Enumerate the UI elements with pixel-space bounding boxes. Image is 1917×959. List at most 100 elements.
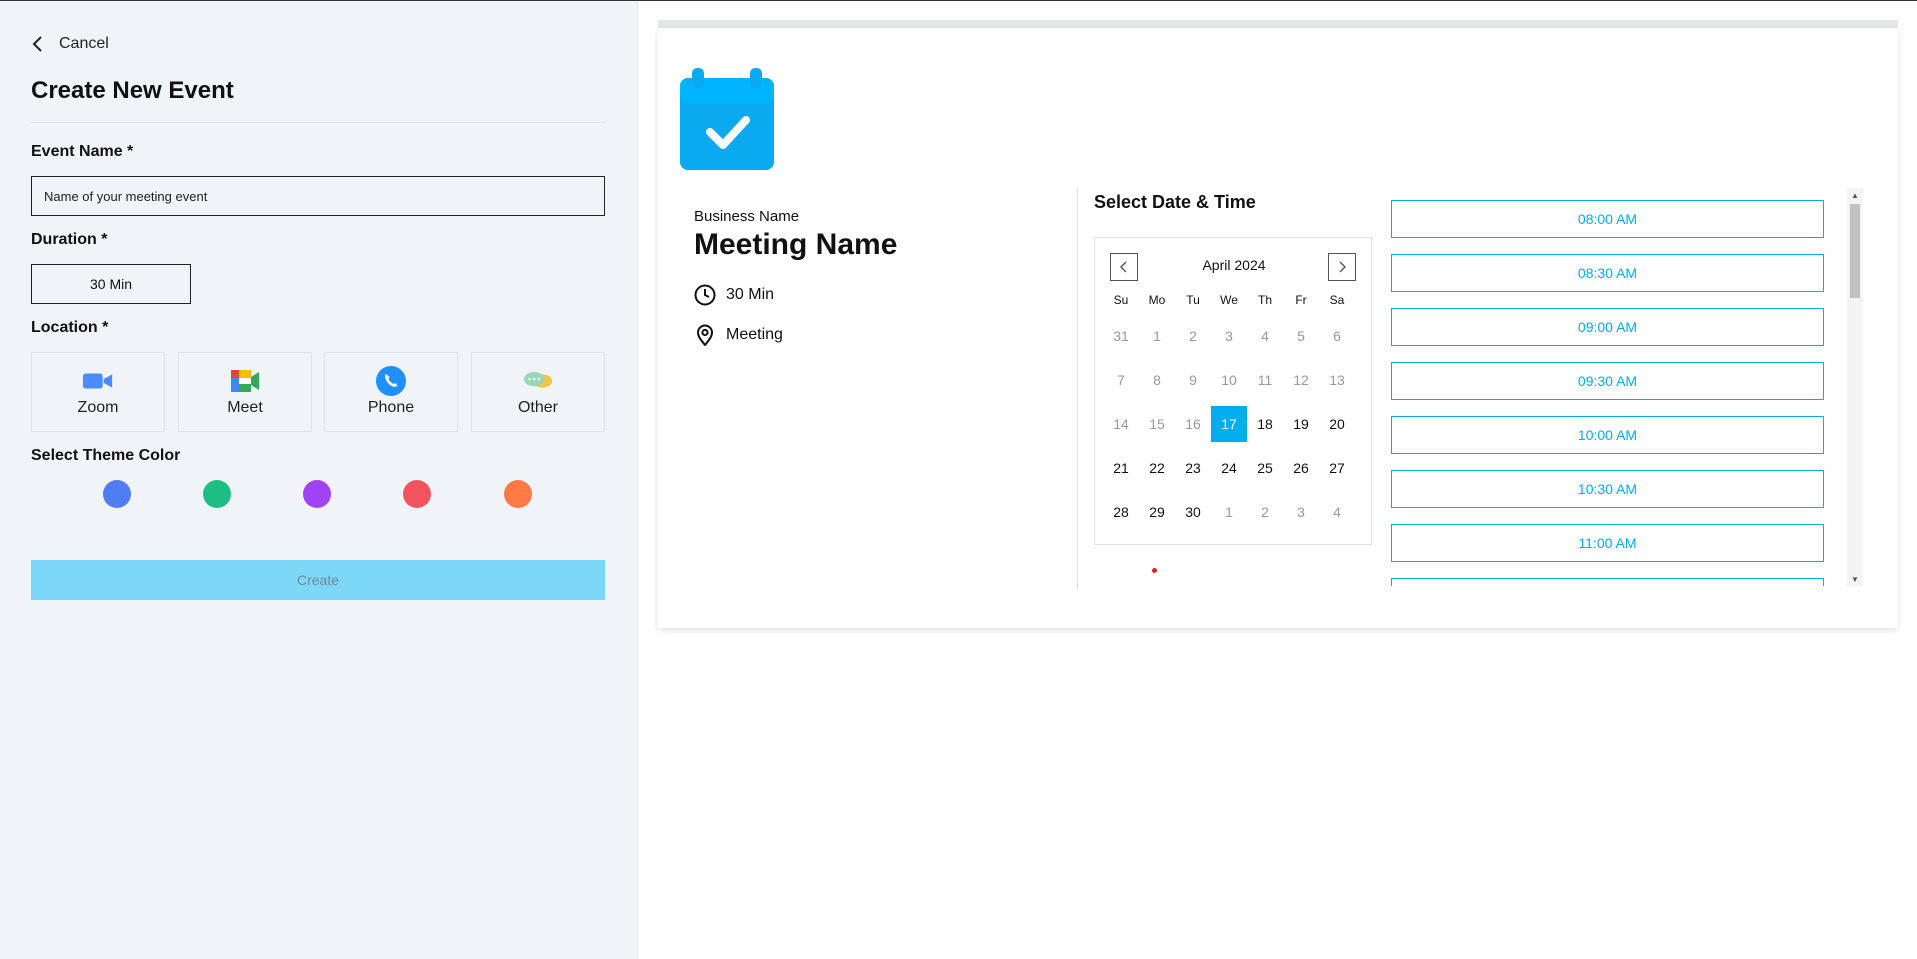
calendar-day[interactable]: 16	[1175, 406, 1211, 442]
time-slot-button[interactable]: 09:00 AM	[1391, 308, 1824, 346]
scroll-up-icon[interactable]: ▲	[1850, 190, 1860, 200]
meeting-location: Meeting	[694, 324, 783, 346]
calendar-day[interactable]: 24	[1211, 450, 1247, 486]
scrollbar-thumb[interactable]	[1850, 204, 1860, 298]
calendar-day[interactable]: 29	[1139, 494, 1175, 530]
theme-color-label: Select Theme Color	[31, 447, 181, 464]
weekday-header: We	[1220, 293, 1238, 307]
event-name-input[interactable]	[31, 176, 605, 216]
google-meet-icon	[229, 365, 261, 397]
select-date-time-heading: Select Date & Time	[1094, 192, 1256, 212]
calendar-day[interactable]: 5	[1283, 318, 1319, 354]
calendar-day[interactable]: 31	[1103, 318, 1139, 354]
calendar-day[interactable]: 19	[1283, 406, 1319, 442]
theme-color-purple[interactable]	[303, 480, 331, 508]
date-picker: April 2024 Su Mo Tu We Th Fr Sa 31 1 2 3 4 5 6 7 8 9 10 11…	[1094, 237, 1372, 545]
meeting-name: Meeting Name	[694, 228, 898, 261]
location-pin-icon	[696, 324, 714, 346]
calendar-day[interactable]: 14	[1103, 406, 1139, 442]
calendar-day[interactable]: 13	[1319, 362, 1355, 398]
location-label-other: Other	[517, 399, 558, 416]
page-title: Create New Event	[31, 77, 234, 104]
zoom-icon	[82, 365, 114, 397]
meeting-location-text: Meeting	[726, 326, 783, 343]
calendar-day[interactable]: 25	[1247, 450, 1283, 486]
calendar-day[interactable]: 23	[1175, 450, 1211, 486]
location-label-phone: Phone	[367, 399, 415, 416]
time-slot-button[interactable]: 10:00 AM	[1391, 416, 1824, 454]
calendar-day[interactable]: 4	[1319, 494, 1355, 530]
location-label-meet: Meet	[227, 399, 263, 416]
calendar-day[interactable]: 21	[1103, 450, 1139, 486]
calendar-day[interactable]: 27	[1319, 450, 1355, 486]
theme-color-orange[interactable]	[504, 480, 532, 508]
calendar-day[interactable]: 4	[1247, 318, 1283, 354]
create-button[interactable]: Create	[31, 560, 605, 600]
calendar-day[interactable]: 9	[1175, 362, 1211, 398]
theme-color-red[interactable]	[403, 480, 431, 508]
location-option-other[interactable]: Other	[471, 352, 605, 432]
calendar-day[interactable]: 30	[1175, 494, 1211, 530]
location-label-zoom: Zoom	[77, 399, 119, 416]
scroll-down-icon[interactable]: ▼	[1850, 574, 1860, 584]
weekday-header: Th	[1257, 293, 1272, 307]
weekday-header: Sa	[1329, 293, 1345, 307]
chevron-right-icon	[1339, 261, 1346, 273]
meeting-duration: 30 Min	[694, 284, 774, 306]
chevron-left-icon	[32, 36, 42, 52]
calendar-day[interactable]: 20	[1319, 406, 1355, 442]
business-name: Business Name	[694, 208, 800, 225]
next-month-button[interactable]	[1328, 253, 1356, 281]
calendar-day[interactable]: 1	[1139, 318, 1175, 354]
calendar-day[interactable]: 22	[1139, 450, 1175, 486]
calendar-day[interactable]: 7	[1103, 362, 1139, 398]
weekday-header: Fr	[1295, 293, 1307, 307]
calendar-day[interactable]: 28	[1103, 494, 1139, 530]
time-slot-button[interactable]: 09:30 AM	[1391, 362, 1824, 400]
calendar-day[interactable]: 8	[1139, 362, 1175, 398]
location-label: Location *	[31, 319, 109, 336]
location-option-phone[interactable]: Phone	[324, 352, 458, 432]
calendar-day[interactable]: 2	[1247, 494, 1283, 530]
calendar-day[interactable]: 2	[1175, 318, 1211, 354]
event-name-label: Event Name *	[31, 143, 134, 160]
calendar-day[interactable]: 11	[1247, 362, 1283, 398]
cancel-label: Cancel	[59, 35, 109, 52]
duration-label: Duration *	[31, 231, 108, 248]
weekday-header: Mo	[1148, 293, 1166, 307]
calendar-day[interactable]: 3	[1283, 494, 1319, 530]
calendar-day[interactable]: 26	[1283, 450, 1319, 486]
location-option-zoom[interactable]: Zoom	[31, 352, 165, 432]
location-option-meet[interactable]: Meet	[178, 352, 312, 432]
time-slot-button[interactable]: 08:30 AM	[1391, 254, 1824, 292]
calendar-day[interactable]: 15	[1139, 406, 1175, 442]
divider	[31, 122, 605, 123]
phone-icon	[375, 365, 407, 397]
time-slot-button[interactable]	[1391, 578, 1824, 586]
theme-color-blue[interactable]	[103, 480, 131, 508]
cancel-button[interactable]: Cancel	[31, 35, 109, 53]
clock-icon	[694, 284, 716, 306]
create-event-panel: Cancel Create New Event Event Name * Dur…	[0, 1, 638, 959]
chat-bubbles-icon	[522, 365, 554, 397]
calendar-day[interactable]: 10	[1211, 362, 1247, 398]
meeting-duration-text: 30 Min	[726, 286, 775, 303]
theme-color-green[interactable]	[203, 480, 231, 508]
calendar-day[interactable]: 18	[1247, 406, 1283, 442]
time-slot-button[interactable]: 10:30 AM	[1391, 470, 1824, 508]
weekday-header: Su	[1113, 293, 1129, 307]
time-slot-button[interactable]: 11:00 AM	[1391, 524, 1824, 562]
time-slot-button[interactable]: 08:00 AM	[1391, 200, 1824, 238]
calendar-day[interactable]: 1	[1211, 494, 1247, 530]
calendar-day[interactable]: 3	[1211, 318, 1247, 354]
time-slot-scrollbar[interactable]: ▲ ▼	[1847, 188, 1863, 586]
duration-select[interactable]: 30 Min	[31, 264, 191, 304]
calendar-day[interactable]: 6	[1319, 318, 1355, 354]
status-dot	[1152, 568, 1157, 573]
booking-preview-card: Business Name Meeting Name 30 Min Meetin…	[658, 28, 1898, 628]
calendar-day[interactable]: 12	[1283, 362, 1319, 398]
calendar-day-selected[interactable]: 17	[1211, 406, 1247, 442]
time-slot-list: 08:00 AM 08:30 AM 09:00 AM 09:30 AM 10:00 AM…	[1391, 188, 1861, 586]
preview-top-bar	[658, 20, 1898, 28]
preview-divider	[1077, 188, 1078, 590]
